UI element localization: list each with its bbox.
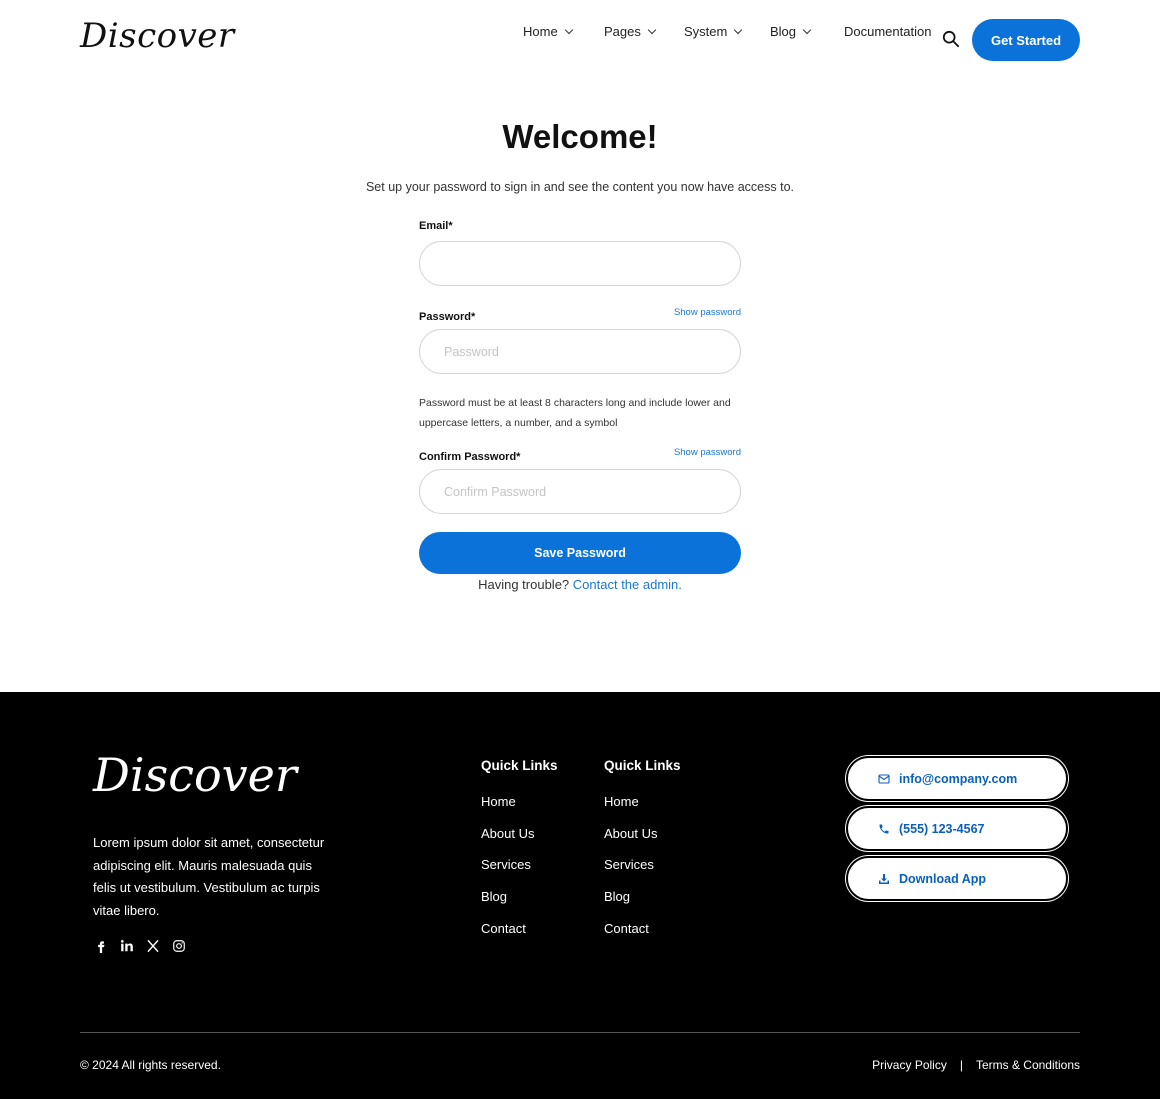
footer-link-about[interactable]: About Us xyxy=(604,826,681,858)
chevron-down-icon xyxy=(802,25,812,34)
trouble-label: Having trouble? xyxy=(478,577,570,592)
nav-item-label: Blog xyxy=(770,23,797,39)
social-links xyxy=(93,938,197,954)
instagram-icon[interactable] xyxy=(171,938,187,954)
terms-conditions-link[interactable]: Terms & Conditions xyxy=(976,1058,1080,1072)
nav-item-documentation[interactable]: Documentation xyxy=(844,24,931,39)
confirm-password-input[interactable] xyxy=(419,469,741,514)
footer-description: Lorem ipsum dolor sit amet, consectetur … xyxy=(93,835,325,918)
nav-item-label: Pages xyxy=(604,23,641,39)
nav-item-label: System xyxy=(684,23,728,39)
site-footer: Discover Lorem ipsum dolor sit amet, con… xyxy=(0,692,1160,1099)
nav-item-home[interactable]: Home xyxy=(523,23,573,39)
footer-logo[interactable]: Discover xyxy=(93,748,297,802)
footer-column-quick-links-1: Quick Links Home About Us Services Blog … xyxy=(481,758,558,952)
contact-admin-link[interactable]: Contact the admin. xyxy=(573,577,682,592)
chevron-down-icon xyxy=(734,25,743,34)
password-label: Password* xyxy=(419,311,476,323)
nav-item-blog[interactable]: Blog xyxy=(770,23,812,39)
footer-link-services[interactable]: Services xyxy=(481,857,558,889)
footer-link-home[interactable]: Home xyxy=(604,794,681,826)
footer-link-contact[interactable]: Contact xyxy=(481,921,558,953)
email-contact-label: info@company.com xyxy=(899,771,1018,786)
page-title: Welcome! xyxy=(502,118,658,155)
get-started-button[interactable]: Get Started xyxy=(972,19,1080,61)
phone-contact-label: (555) 123-4567 xyxy=(899,821,985,836)
facebook-icon[interactable] xyxy=(93,938,109,954)
download-icon xyxy=(879,873,889,884)
save-password-button[interactable]: Save Password xyxy=(419,532,741,574)
footer-link-contact[interactable]: Contact xyxy=(604,921,681,953)
privacy-policy-link[interactable]: Privacy Policy xyxy=(872,1058,947,1072)
confirm-password-label: Confirm Password* xyxy=(419,451,521,463)
footer-link-home[interactable]: Home xyxy=(481,794,558,826)
email-input[interactable] xyxy=(419,241,741,286)
nav-item-label: Home xyxy=(523,23,558,39)
footer-link-list: Home About Us Services Blog Contact xyxy=(604,794,681,952)
download-app-button[interactable]: Download App xyxy=(846,856,1068,901)
x-icon[interactable] xyxy=(145,938,161,954)
phone-icon xyxy=(879,824,889,833)
nav-item-system[interactable]: System xyxy=(684,23,743,39)
footer-link-list: Home About Us Services Blog Contact xyxy=(481,794,558,952)
footer-column-title: Quick Links xyxy=(604,758,681,773)
copyright-text: © 2024 All rights reserved. xyxy=(80,1058,221,1072)
nav-item-label: Documentation xyxy=(844,23,932,39)
linkedin-icon[interactable] xyxy=(119,938,135,954)
password-label-row: Password* Show password xyxy=(419,307,741,325)
footer-link-blog[interactable]: Blog xyxy=(481,889,558,921)
footer-divider xyxy=(80,1032,1080,1033)
nav-item-pages[interactable]: Pages xyxy=(604,23,657,39)
password-hint: Password must be at least 8 characters l… xyxy=(419,397,731,429)
download-app-label: Download App xyxy=(899,871,987,886)
show-confirm-password-link[interactable]: Show password xyxy=(674,447,741,458)
logo[interactable]: Discover xyxy=(80,16,235,56)
chevron-down-icon xyxy=(647,25,657,34)
legal-links: Privacy Policy | Terms & Conditions xyxy=(872,1058,1080,1072)
mail-icon xyxy=(878,773,890,784)
footer-link-about[interactable]: About Us xyxy=(481,826,558,858)
chevron-down-icon xyxy=(564,25,573,34)
email-label: Email* xyxy=(419,220,453,232)
footer-column-title: Quick Links xyxy=(481,758,558,773)
page-subtitle: Set up your password to sign in and see … xyxy=(365,180,795,194)
show-password-link[interactable]: Show password xyxy=(674,307,741,318)
legal-separator: | xyxy=(959,1058,963,1072)
confirm-password-label-row: Confirm Password* Show password xyxy=(419,447,741,465)
trouble-text: Having trouble? Contact the admin. xyxy=(419,577,741,592)
email-contact-button[interactable]: info@company.com xyxy=(846,756,1068,801)
phone-contact-button[interactable]: (555) 123-4567 xyxy=(846,806,1068,851)
site-header: Discover Home Pages System Blog Document… xyxy=(0,0,1160,82)
footer-link-services[interactable]: Services xyxy=(604,857,681,889)
search-icon[interactable] xyxy=(942,30,960,48)
footer-column-quick-links-2: Quick Links Home About Us Services Blog … xyxy=(604,758,681,952)
footer-link-blog[interactable]: Blog xyxy=(604,889,681,921)
password-input[interactable] xyxy=(419,329,741,374)
